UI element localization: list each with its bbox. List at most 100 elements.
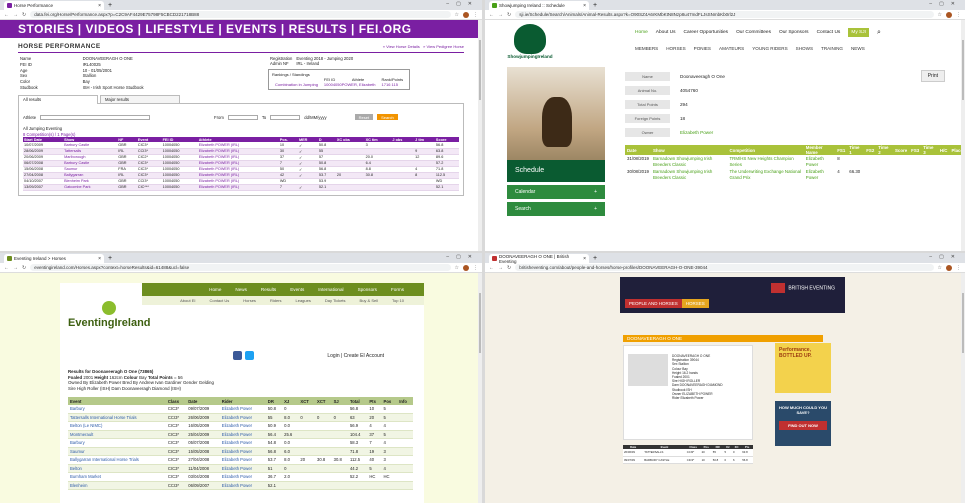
subnav-leagues[interactable]: Leagues: [296, 298, 311, 303]
nav-careers[interactable]: Career Opportunities: [684, 30, 729, 35]
col-header[interactable]: Class: [165, 397, 187, 405]
col-header[interactable]: Date: [186, 397, 220, 405]
col-header[interactable]: Pts: [367, 397, 382, 405]
window-controls[interactable]: –▢✕: [446, 1, 479, 7]
cell-link[interactable]: Tattersalls International Horse Trials: [68, 413, 166, 422]
url-field[interactable]: data.fei.org/Horse/Performance.aspx?p=C2…: [30, 11, 451, 18]
menu-icon[interactable]: ⋮: [956, 12, 961, 18]
nav-news[interactable]: News: [235, 287, 247, 292]
col-header[interactable]: FS2: [864, 145, 877, 155]
back-icon[interactable]: ←: [489, 265, 494, 271]
menu-icon[interactable]: ⋮: [473, 265, 478, 271]
cell-link[interactable]: Gatcombe Park: [63, 184, 118, 191]
subnav-top10[interactable]: Top 10: [392, 298, 404, 303]
subnav-riders[interactable]: Riders: [270, 298, 282, 303]
cell-link[interactable]: Elizabeth POWER (IRL): [197, 184, 279, 191]
cell-link[interactable]: The Underwriting Exchange National Grand…: [728, 168, 804, 181]
facebook-icon[interactable]: [233, 351, 242, 360]
tab-major-results[interactable]: Major results: [100, 95, 180, 105]
fei-banner[interactable]: STORIES | VIDEOS | LIFESTYLE | EVENTS | …: [0, 20, 482, 38]
star-icon[interactable]: ☆: [455, 12, 459, 18]
sji-logo[interactable]: ShowjumpingIreland: [495, 24, 565, 60]
col-header[interactable]: XCT: [298, 397, 316, 405]
cell-link[interactable]: Elizabeth Power: [219, 421, 266, 431]
subnav-contact[interactable]: Contact Us: [209, 298, 229, 303]
close-icon[interactable]: ×: [98, 3, 101, 9]
col-header[interactable]: SJ: [331, 397, 348, 405]
avatar[interactable]: [946, 11, 952, 18]
window-controls[interactable]: –▢✕: [929, 1, 962, 7]
browser-tab[interactable]: Eventing Ireland > Horses ×: [4, 254, 104, 263]
url-field[interactable]: britisheventing.com/about/people-and-hor…: [515, 264, 934, 271]
col-header[interactable]: Show: [650, 145, 728, 155]
cell-link[interactable]: Elizabeth Power: [219, 438, 266, 448]
col-header[interactable]: XJ: [282, 397, 299, 405]
forward-icon[interactable]: →: [13, 265, 18, 271]
col-header[interactable]: Rider: [219, 397, 266, 405]
cell-link[interactable]: Elizabeth Power: [219, 455, 266, 465]
nav-news[interactable]: NEWS: [851, 46, 865, 51]
forward-icon[interactable]: →: [498, 265, 503, 271]
menu-icon[interactable]: ⋮: [956, 265, 961, 271]
avatar[interactable]: [463, 264, 469, 271]
ei-logo[interactable]: EventingIreland: [68, 301, 151, 329]
window-controls[interactable]: –▢✕: [929, 254, 962, 260]
star-icon[interactable]: ☆: [938, 12, 942, 18]
col-header[interactable]: Time 3: [921, 145, 938, 155]
reload-icon[interactable]: ↻: [507, 12, 511, 18]
nav-events[interactable]: Events: [290, 287, 304, 292]
col-header[interactable]: Info: [397, 397, 413, 405]
twitter-icon[interactable]: [245, 351, 254, 360]
cell-link[interactable]: TRM/HS New Heights Champion Series: [728, 155, 804, 168]
discipline-radios[interactable]: All Jumping Eventing: [23, 126, 459, 131]
cell-link[interactable]: Ballygarran International Horse Trials: [68, 455, 166, 465]
nav-amateurs[interactable]: AMATEURS: [719, 46, 744, 51]
reload-icon[interactable]: ↻: [22, 12, 26, 18]
cell-link[interactable]: Barbury: [68, 438, 166, 448]
url-field[interactable]: sji.ie/Schedule/Search/Animals/Animal-Re…: [515, 11, 934, 18]
cell-link[interactable]: Elizabeth Power: [219, 481, 266, 490]
cell-link[interactable]: Elizabeth Power: [219, 464, 266, 473]
new-tab-icon[interactable]: +: [593, 255, 597, 263]
col-header[interactable]: Total: [347, 397, 368, 405]
cell-link[interactable]: Elizabeth Power: [219, 413, 266, 422]
back-icon[interactable]: ←: [489, 12, 494, 18]
cell-link[interactable]: Elizabeth Power: [804, 155, 835, 168]
crumb-people-horses[interactable]: PEOPLE AND HORSES: [625, 299, 682, 308]
forward-icon[interactable]: →: [13, 12, 18, 18]
nav-sponsors[interactable]: Our Sponsors: [779, 30, 809, 35]
cell-link[interactable]: Belton: [68, 464, 166, 473]
nav-contact[interactable]: Contact Us: [817, 30, 841, 35]
cell-link[interactable]: Barbury: [68, 405, 166, 414]
search-button[interactable]: Search: [377, 114, 398, 121]
close-icon[interactable]: ×: [583, 3, 586, 9]
browser-tab[interactable]: Showjumping Ireland :: Schedule ×: [489, 1, 589, 10]
cell-link[interactable]: Montmerault: [68, 430, 166, 439]
browser-tab[interactable]: Horse Performance ×: [4, 1, 104, 10]
cell-link[interactable]: Barnadown Showjumping Irish Breeders Cla…: [651, 155, 728, 168]
url-field[interactable]: eventingireland.com/Horses.aspx?context=…: [30, 264, 451, 271]
scrollbar[interactable]: [478, 20, 482, 251]
col-header[interactable]: Competition: [727, 145, 804, 155]
scrollbar[interactable]: [478, 273, 482, 503]
avatar[interactable]: [463, 11, 469, 18]
browser-tab[interactable]: DOONAVEERAGH O ONE | British Eventing ×: [489, 254, 589, 264]
nav-training[interactable]: TRAINING: [821, 46, 843, 51]
reload-icon[interactable]: ↻: [507, 265, 511, 271]
subnav-buy-sell[interactable]: Buy & Sell: [360, 298, 378, 303]
calendar-button[interactable]: Calendar +: [507, 185, 605, 199]
nav-committees[interactable]: Our Committees: [736, 30, 771, 35]
cell-link[interactable]: Belton (Le NIMC): [68, 421, 166, 431]
col-header[interactable]: FS3: [909, 145, 922, 155]
crumb-horses[interactable]: HORSES: [681, 299, 709, 308]
cell-link[interactable]: Elizabeth Power: [219, 447, 266, 456]
close-icon[interactable]: ×: [98, 256, 101, 262]
forward-icon[interactable]: →: [498, 12, 503, 18]
col-header[interactable]: Pos: [381, 397, 398, 405]
reload-icon[interactable]: ↻: [22, 265, 26, 271]
col-header[interactable]: Time 2: [876, 145, 893, 155]
nav-results[interactable]: Results: [261, 287, 276, 292]
be-logo[interactable]: BRITISH EVENTING: [771, 283, 835, 293]
menu-icon[interactable]: ⋮: [473, 12, 478, 18]
from-date-input[interactable]: [227, 114, 258, 120]
